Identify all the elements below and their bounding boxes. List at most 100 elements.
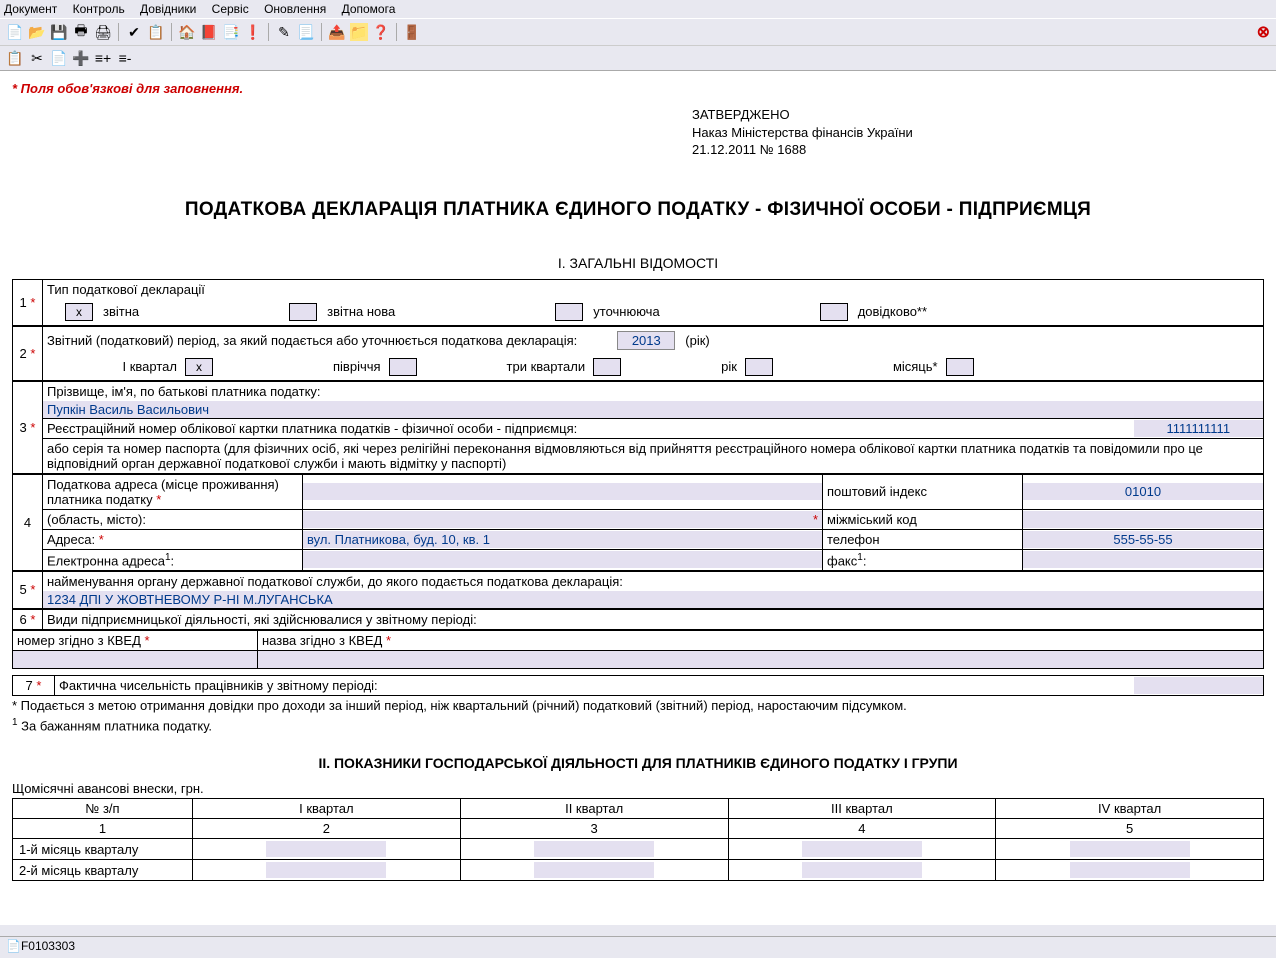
save-icon[interactable]: 💾 bbox=[50, 23, 68, 41]
export-icon[interactable]: 📤 bbox=[328, 23, 346, 41]
region-input[interactable] bbox=[303, 511, 822, 528]
kved-num-input[interactable] bbox=[13, 651, 257, 668]
row4-table: 4 Податкова адреса (місце проживання) пл… bbox=[12, 474, 1264, 571]
doc-icon[interactable]: 📋 bbox=[147, 23, 165, 41]
authority-input[interactable] bbox=[43, 591, 1263, 608]
name-label: Прізвище, ім'я, по батькові платника под… bbox=[43, 381, 1264, 401]
advances-label: Щомісячні авансові внески, грн. bbox=[12, 779, 1264, 798]
phone-label: телефон bbox=[823, 529, 1023, 549]
row2-num: 2 * bbox=[13, 326, 43, 380]
approval-line2: Наказ Міністерства фінансів України bbox=[692, 124, 1264, 142]
workers-input[interactable] bbox=[1134, 677, 1264, 694]
copy-icon[interactable]: 📑 bbox=[222, 23, 240, 41]
new-icon[interactable]: 📄 bbox=[6, 23, 24, 41]
colnum-3: 3 bbox=[460, 819, 728, 839]
status-code: F0103303 bbox=[21, 939, 75, 953]
toolbar-main: 📄 📂 💾 🖶 🖨 ✔ 📋 🏠 📕 📑 ❗ ✎ 📃 📤 📁 ❓ 🚪 ⊗ bbox=[0, 19, 1276, 46]
required-fields-note: * Поля обов'язкові для заповнення. bbox=[12, 77, 1264, 100]
row5-label: найменування органу державної податкової… bbox=[43, 571, 1264, 591]
rowdel-icon[interactable]: ≡- bbox=[116, 49, 134, 67]
copy2-icon[interactable]: 📋 bbox=[6, 49, 24, 67]
menu-document[interactable]: Документ bbox=[4, 2, 57, 16]
menu-service[interactable]: Сервіс bbox=[212, 2, 249, 16]
m2q4-input[interactable] bbox=[1070, 862, 1190, 878]
year-input[interactable]: 2013 bbox=[617, 331, 675, 350]
col-q3: ІІІ квартал bbox=[728, 799, 996, 819]
kved-name-input[interactable] bbox=[258, 651, 1263, 668]
reg-label: Реєстраційний номер облікової картки пла… bbox=[43, 418, 1134, 438]
checkbox-utoch[interactable] bbox=[555, 303, 583, 321]
m2q3-input[interactable] bbox=[802, 862, 922, 878]
status-icon: 📄 bbox=[6, 939, 21, 953]
row3-table: 3 * Прізвище, ім'я, по батькові платника… bbox=[12, 381, 1264, 474]
book-icon[interactable]: 📕 bbox=[200, 23, 218, 41]
row1-num: 1 * bbox=[13, 279, 43, 325]
row7-label: Фактична чисельність працівників у звітн… bbox=[55, 675, 1134, 695]
saveall-icon[interactable]: 🖶 bbox=[72, 23, 90, 41]
row7-table: 7 * Фактична чисельність працівників у з… bbox=[12, 675, 1264, 696]
row2-label: Звітний (податковий) період, за який под… bbox=[47, 333, 577, 348]
check-icon[interactable]: ✔ bbox=[125, 23, 143, 41]
rowadd-icon[interactable]: ≡+ bbox=[94, 49, 112, 67]
checkbox-zvitna[interactable]: x bbox=[65, 303, 93, 321]
m2q2-input[interactable] bbox=[534, 862, 654, 878]
checkbox-month[interactable] bbox=[946, 358, 974, 376]
col-q2: ІІ квартал bbox=[460, 799, 728, 819]
email-input[interactable] bbox=[303, 551, 822, 568]
m1q2-input[interactable] bbox=[534, 841, 654, 857]
content-area: * Поля обов'язкові для заповнення. ЗАТВЕ… bbox=[0, 71, 1276, 925]
fax-input[interactable] bbox=[1023, 551, 1263, 568]
row7-num: 7 * bbox=[13, 675, 55, 695]
m1q1-input[interactable] bbox=[266, 841, 386, 857]
m1q4-input[interactable] bbox=[1070, 841, 1190, 857]
close-icon[interactable]: ⊗ bbox=[1257, 22, 1270, 42]
passport-note: або серія та номер паспорта (для фізични… bbox=[43, 438, 1264, 473]
paste-icon[interactable]: 📄 bbox=[50, 49, 68, 67]
phone-input[interactable] bbox=[1023, 531, 1263, 548]
row6-label: Види підприємницької діяльності, які зді… bbox=[43, 609, 1264, 629]
colnum-2: 2 bbox=[193, 819, 461, 839]
row2-table: 2 * Звітний (податковий) період, за який… bbox=[12, 326, 1264, 381]
row1-label: Тип податкової декларації bbox=[43, 279, 1264, 299]
q3-label: три квартали bbox=[507, 359, 586, 374]
checkbox-dovid[interactable] bbox=[820, 303, 848, 321]
street-input[interactable] bbox=[303, 531, 822, 548]
kved-name-label: назва згідно з КВЕД bbox=[262, 633, 382, 648]
menu-dict[interactable]: Довідники bbox=[140, 2, 196, 16]
page-icon[interactable]: 📃 bbox=[297, 23, 315, 41]
menu-control[interactable]: Контроль bbox=[73, 2, 125, 16]
checkbox-half[interactable] bbox=[389, 358, 417, 376]
menu-update[interactable]: Оновлення bbox=[264, 2, 326, 16]
menu-help[interactable]: Допомога bbox=[342, 2, 396, 16]
footnote1: * Подається з метою отримання довідки пр… bbox=[12, 696, 1264, 715]
addr-input[interactable] bbox=[303, 483, 822, 500]
row6-num: 6 * bbox=[13, 609, 43, 629]
m2q1-input[interactable] bbox=[266, 862, 386, 878]
opt-zvitna: звітна bbox=[103, 304, 139, 319]
exit-icon[interactable]: 🚪 bbox=[403, 23, 421, 41]
home-icon[interactable]: 🏠 bbox=[178, 23, 196, 41]
checkbox-q3[interactable] bbox=[593, 358, 621, 376]
edit-icon[interactable]: ✎ bbox=[275, 23, 293, 41]
help-icon[interactable]: ❓ bbox=[372, 23, 390, 41]
name-input[interactable] bbox=[43, 401, 1263, 418]
folder-icon[interactable]: 📁 bbox=[350, 23, 368, 41]
zip-input[interactable] bbox=[1023, 483, 1263, 500]
toolbar-secondary: 📋 ✂ 📄 ➕ ≡+ ≡- bbox=[0, 46, 1276, 71]
m1q3-input[interactable] bbox=[802, 841, 922, 857]
cut-icon[interactable]: ✂ bbox=[28, 49, 46, 67]
checkbox-yr[interactable] bbox=[745, 358, 773, 376]
reg-input[interactable] bbox=[1134, 420, 1264, 437]
street-label: Адреса: bbox=[47, 532, 95, 547]
row-month2: 2-й місяць кварталу bbox=[13, 860, 193, 881]
checkbox-q1[interactable]: x bbox=[185, 358, 213, 376]
yr-label: рік bbox=[721, 359, 737, 374]
print-icon[interactable]: 🖨 bbox=[94, 23, 112, 41]
checkbox-zvitna-nova[interactable] bbox=[289, 303, 317, 321]
insert-icon[interactable]: ➕ bbox=[72, 49, 90, 67]
section1-title: І. ЗАГАЛЬНІ ВІДОМОСТІ bbox=[12, 251, 1264, 279]
open-icon[interactable]: 📂 bbox=[28, 23, 46, 41]
citycode-input[interactable] bbox=[1023, 511, 1263, 528]
alert-icon[interactable]: ❗ bbox=[244, 23, 262, 41]
half-label: півріччя bbox=[333, 359, 381, 374]
